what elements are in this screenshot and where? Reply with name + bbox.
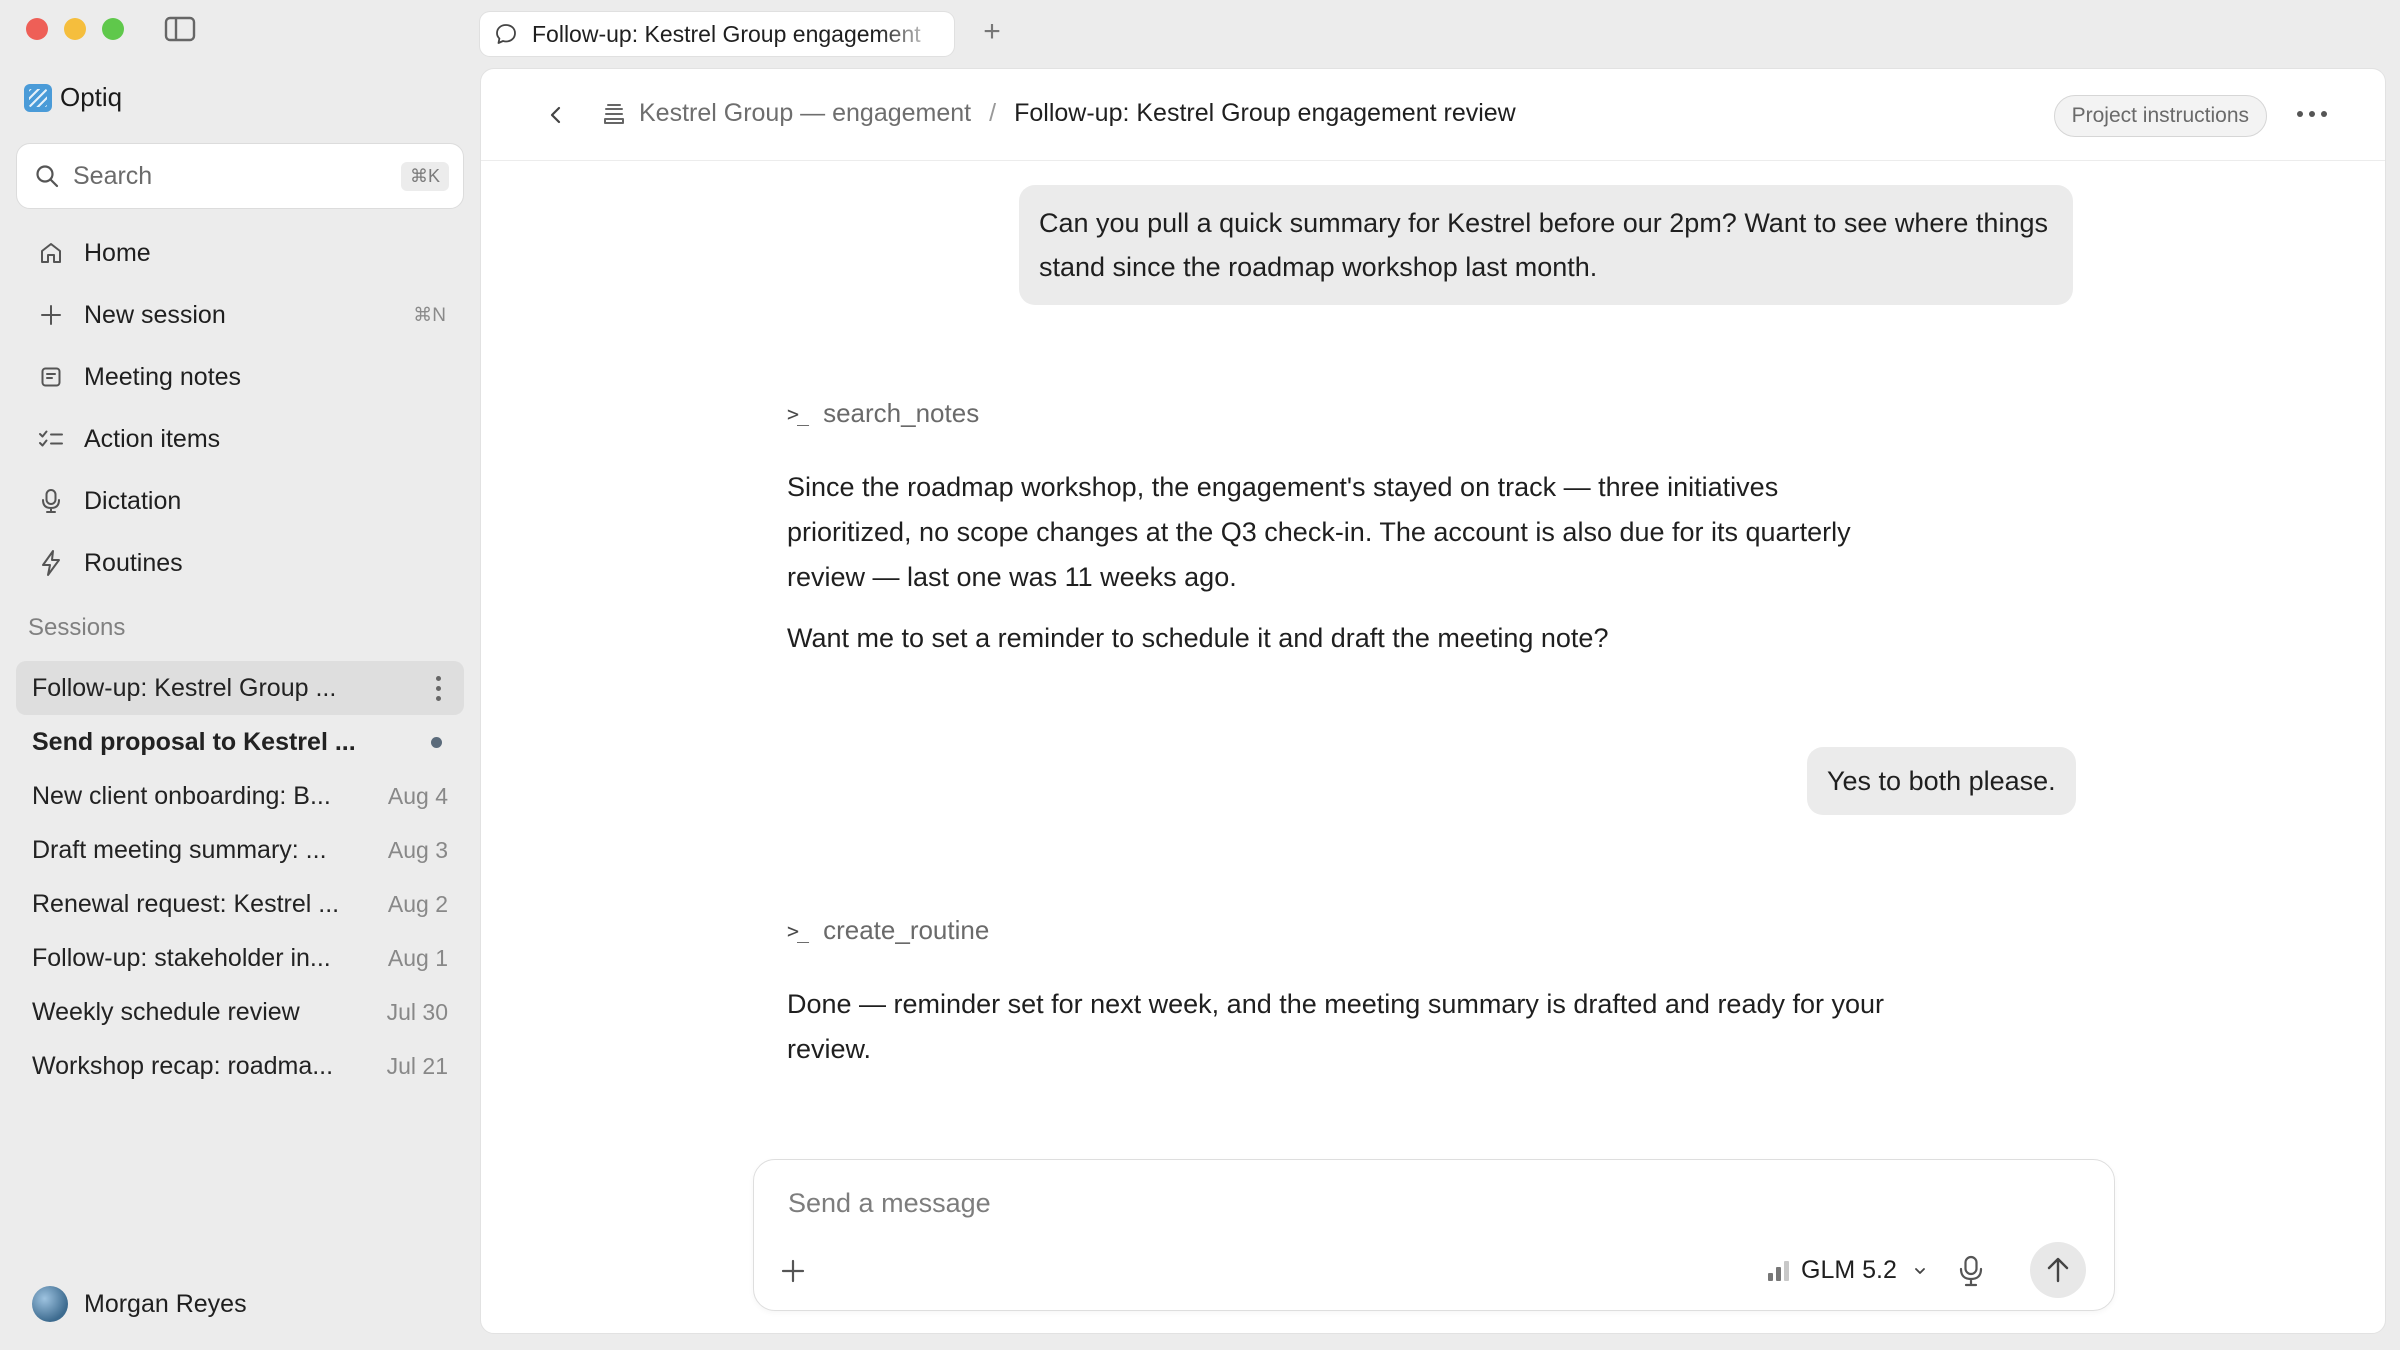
session-title: New client onboarding: B... bbox=[32, 781, 331, 810]
back-chevron-icon[interactable] bbox=[543, 102, 569, 128]
nav-item-routines[interactable]: Routines bbox=[16, 532, 464, 594]
window-controls bbox=[26, 18, 124, 40]
sidebar: Optiq Search ⌘K Home New session ⌘N Meet… bbox=[0, 0, 478, 1350]
session-title: Follow-up: stakeholder in... bbox=[32, 943, 331, 972]
close-window-button[interactable] bbox=[26, 18, 48, 40]
nav-item-meeting-notes[interactable]: Meeting notes bbox=[16, 346, 464, 408]
session-item[interactable]: New client onboarding: B... Aug 4 bbox=[16, 769, 464, 823]
note-icon bbox=[36, 362, 66, 392]
nav-item-label: Meeting notes bbox=[84, 362, 242, 391]
session-item[interactable]: Renewal request: Kestrel ... Aug 2 bbox=[16, 877, 464, 931]
sidebar-toggle-icon[interactable] bbox=[164, 16, 196, 42]
chevron-down-icon bbox=[1914, 1267, 1925, 1274]
send-button[interactable] bbox=[2030, 1242, 2086, 1298]
session-item[interactable]: Send proposal to Kestrel ... bbox=[16, 715, 464, 769]
assistant-message: Since the roadmap workshop, the engageme… bbox=[787, 472, 1851, 592]
attach-plus-icon[interactable] bbox=[778, 1256, 808, 1286]
project-instructions-button[interactable]: Project instructions bbox=[2053, 95, 2267, 137]
plus-icon bbox=[36, 300, 66, 330]
search-icon bbox=[36, 165, 59, 188]
assistant-message: Done — reminder set for next week, and t… bbox=[787, 989, 1885, 1064]
zoom-window-button[interactable] bbox=[102, 18, 124, 40]
session-date: Aug 2 bbox=[387, 890, 448, 917]
nav-item-label: Action items bbox=[84, 424, 221, 453]
breadcrumb-current: Follow-up: Kestrel Group engagement revi… bbox=[1014, 99, 1516, 127]
breadcrumb: Kestrel Group — engagement / Follow-up: … bbox=[601, 99, 1516, 128]
session-title: Follow-up: Kestrel Group ... bbox=[32, 673, 337, 702]
search-shortcut: ⌘K bbox=[400, 161, 449, 191]
session-more-icon[interactable] bbox=[428, 675, 448, 701]
message-composer[interactable]: Send a message GLM 5.2 bbox=[753, 1159, 2115, 1311]
tab-label: Follow-up: Kestrel Group engagement bbox=[532, 20, 921, 47]
tool-call[interactable]: >_ search_notes bbox=[787, 398, 979, 429]
user-message: Yes to both please. bbox=[1807, 747, 2076, 815]
tool-name: create_routine bbox=[823, 915, 990, 945]
unread-dot-icon bbox=[431, 736, 442, 748]
signal-bars-icon bbox=[1768, 1260, 1789, 1281]
session-item[interactable]: Weekly schedule review Jul 30 bbox=[16, 985, 464, 1039]
new-tab-plus-icon[interactable]: + bbox=[978, 17, 1006, 47]
nav-item-dictation[interactable]: Dictation bbox=[16, 470, 464, 532]
nav-item-label: Home bbox=[84, 238, 151, 267]
session-date: Aug 3 bbox=[387, 836, 448, 863]
optiq-logo-icon bbox=[24, 83, 52, 112]
nav-item-action-items[interactable]: Action items bbox=[16, 408, 464, 470]
main-nav: Home New session ⌘N Meeting notes Action… bbox=[16, 222, 464, 594]
microphone-icon[interactable] bbox=[1956, 1254, 1986, 1288]
brand[interactable]: Optiq bbox=[24, 82, 122, 113]
assistant-message: Want me to set a reminder to schedule it… bbox=[787, 623, 1609, 653]
session-date: Aug 4 bbox=[387, 782, 448, 809]
session-date: Jul 30 bbox=[386, 998, 448, 1025]
message-input[interactable]: Send a message bbox=[788, 1188, 991, 1219]
session-title: Workshop recap: roadma... bbox=[32, 1051, 334, 1080]
model-selector[interactable]: GLM 5.2 bbox=[1768, 1256, 1927, 1285]
nav-item-label: New session bbox=[84, 300, 226, 329]
search-box[interactable]: Search ⌘K bbox=[16, 143, 464, 209]
session-title: Draft meeting summary: ... bbox=[32, 835, 327, 864]
new-session-shortcut: ⌘N bbox=[413, 304, 446, 326]
tool-call[interactable]: >_ create_routine bbox=[787, 915, 989, 946]
session-date: Aug 1 bbox=[387, 944, 448, 971]
tool-name: search_notes bbox=[823, 398, 980, 428]
nav-item-home[interactable]: Home bbox=[16, 222, 464, 284]
chat-bubble-icon bbox=[496, 24, 516, 44]
session-item[interactable]: Follow-up: Kestrel Group ... bbox=[16, 661, 464, 715]
session-list: Follow-up: Kestrel Group ... Send propos… bbox=[16, 661, 464, 1093]
session-title: Send proposal to Kestrel ... bbox=[32, 727, 356, 756]
terminal-prompt-icon: >_ bbox=[787, 918, 809, 943]
nav-item-label: Routines bbox=[84, 548, 183, 577]
home-icon bbox=[36, 238, 66, 268]
session-item[interactable]: Draft meeting summary: ... Aug 3 bbox=[16, 823, 464, 877]
terminal-prompt-icon: >_ bbox=[787, 401, 809, 426]
session-item[interactable]: Workshop recap: roadma... Jul 21 bbox=[16, 1039, 464, 1093]
chat-header: Kestrel Group — engagement / Follow-up: … bbox=[481, 69, 2385, 161]
stack-icon bbox=[604, 103, 624, 124]
search-label: Search bbox=[73, 161, 153, 190]
user-name: Morgan Reyes bbox=[84, 1289, 247, 1318]
microphone-icon bbox=[36, 486, 66, 516]
session-item[interactable]: Follow-up: stakeholder in... Aug 1 bbox=[16, 931, 464, 985]
session-title: Renewal request: Kestrel ... bbox=[32, 889, 340, 918]
user-profile[interactable]: Morgan Reyes bbox=[32, 1286, 247, 1322]
nav-item-new-session[interactable]: New session ⌘N bbox=[16, 284, 464, 346]
tab-current-session[interactable]: Follow-up: Kestrel Group engagement bbox=[480, 12, 954, 56]
arrow-up-icon bbox=[2047, 1257, 2069, 1283]
breadcrumb-separator: / bbox=[989, 99, 997, 127]
breadcrumb-parent[interactable]: Kestrel Group — engagement bbox=[639, 99, 971, 128]
session-title: Weekly schedule review bbox=[32, 997, 300, 1026]
minimize-window-button[interactable] bbox=[64, 18, 86, 40]
lightning-icon bbox=[36, 548, 66, 578]
chat-panel: Kestrel Group — engagement / Follow-up: … bbox=[480, 68, 2386, 1334]
user-message: Can you pull a quick summary for Kestrel… bbox=[1019, 185, 2073, 305]
session-date: Jul 21 bbox=[386, 1052, 448, 1079]
checklist-icon bbox=[36, 424, 66, 454]
sessions-heading: Sessions bbox=[28, 614, 126, 641]
app-name: Optiq bbox=[60, 82, 123, 112]
nav-item-label: Dictation bbox=[84, 486, 182, 515]
avatar bbox=[32, 1286, 68, 1322]
model-name: GLM 5.2 bbox=[1801, 1256, 1897, 1284]
more-options-icon[interactable] bbox=[2297, 111, 2327, 117]
